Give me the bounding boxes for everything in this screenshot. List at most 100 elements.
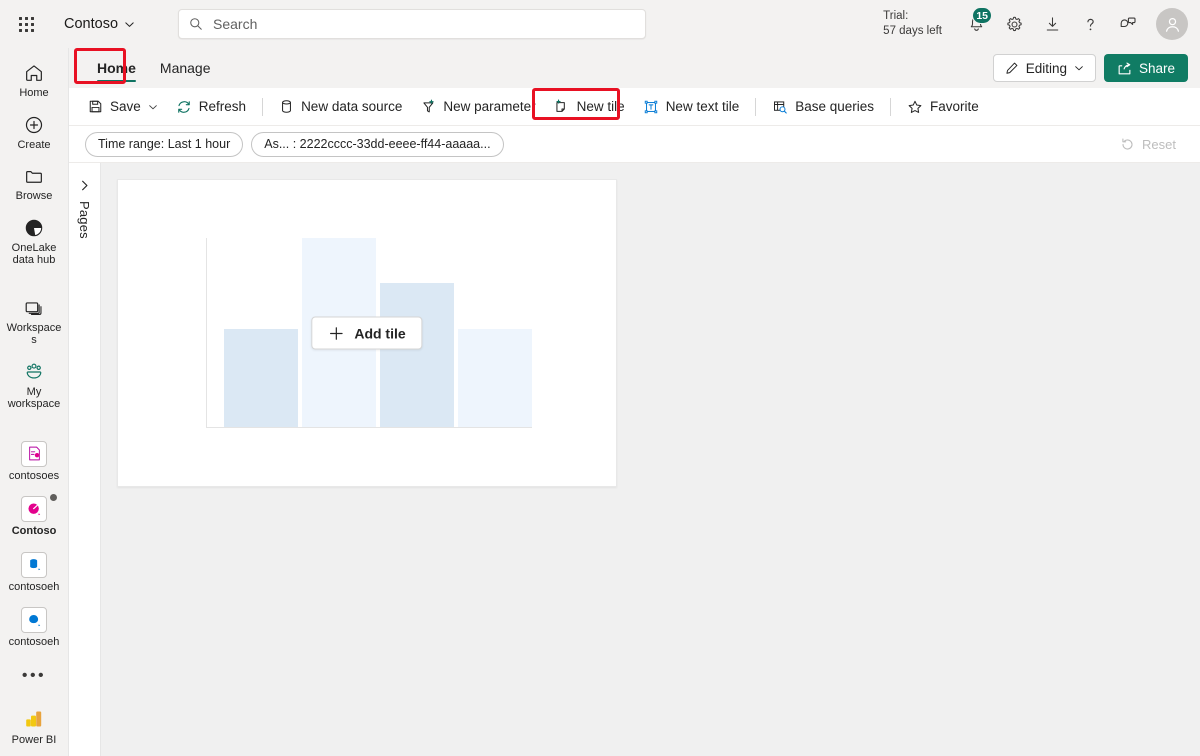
tab-label: Manage [159,60,211,76]
sidebar-item-label: Home [19,87,49,99]
command-label: New parameter [443,99,536,114]
command-base-queries[interactable]: Base queries [763,93,883,121]
command-label: Save [110,99,141,114]
app-launcher-grid-icon[interactable] [10,8,42,40]
settings-button[interactable] [996,6,1032,42]
sidebar-item-workspaces[interactable]: Workspaces [2,293,66,353]
sidebar-item-label: Contoso [11,525,57,537]
refresh-circular-arrows-icon [177,100,190,113]
filter-bar: Time range: Last 1 hour As... : 2222cccc… [69,126,1200,163]
chevron-down-icon [148,104,157,109]
command-refresh[interactable]: Refresh [167,93,255,121]
command-label: New text tile [665,99,740,114]
search-input[interactable] [211,15,635,33]
share-button[interactable]: Share [1103,54,1188,82]
editing-label: Editing [1025,60,1067,76]
command-new-tile[interactable]: New tile [545,93,634,121]
sidebar-item-contosoes[interactable]: contosoes [2,437,66,489]
pill-label: As... : 2222cccc-33dd-eeee-ff44-aaaaa... [264,137,491,151]
command-label: Base queries [795,99,875,114]
sidebar-item-label: OneLake data hub [11,241,57,267]
canvas-row: Pages Add tile [69,163,1200,756]
base-queries-table-search-icon [774,100,787,114]
command-label: New data source [301,99,403,114]
tab-manage[interactable]: Manage [148,48,223,88]
my-workspace-people-icon [26,363,42,379]
sidebar-item-label: Browse [15,190,53,202]
dashboard-canvas: Add tile [101,163,1200,756]
share-label: Share [1138,60,1175,76]
rail-more-button[interactable]: ••• [16,659,52,703]
unsaved-changes-dot [50,494,57,501]
eventstream-icon [21,440,47,467]
sidebar-item-label: contosoeh [8,636,60,648]
downloads-button[interactable] [1034,6,1070,42]
command-label: Favorite [930,99,979,114]
sidebar-item-browse[interactable]: Browse [2,161,66,209]
reset-label: Reset [1142,136,1176,152]
reset-filters-button[interactable]: Reset [1112,133,1184,156]
trial-status-label: Trial: 57 days left [883,10,942,37]
star-outline-icon [908,100,922,113]
notifications-button[interactable]: 15 [958,6,994,42]
kql-database-icon [21,607,47,633]
plus-circle-icon [25,116,43,133]
left-navigation-rail: Home Create Browse OneLake data hub Work… [0,48,68,756]
time-range-filter-pill[interactable]: Time range: Last 1 hour [85,131,244,157]
chart-bar [224,328,298,427]
main-content: Home Manage Editing Share Save Refresh N… [68,48,1200,756]
user-avatar-icon [1165,17,1179,32]
sidebar-item-create[interactable]: Create [2,110,66,158]
database-cylinder-icon [282,100,292,113]
empty-tile-placeholder: Add tile [117,179,617,487]
sidebar-item-contosoeh-kql[interactable]: contosoeh [2,603,66,655]
top-app-bar: Contoso Trial: 57 days left 15 [0,0,1200,48]
feedback-button[interactable] [1110,6,1146,42]
folder-icon [26,171,42,183]
assignment-filter-pill[interactable]: As... : 2222cccc-33dd-eeee-ff44-aaaaa... [251,131,504,157]
avatar[interactable] [1156,8,1188,40]
pages-panel-label[interactable]: Pages [77,201,92,239]
realtime-dashboard-icon [21,494,57,522]
chart-x-axis [206,427,532,428]
sidebar-item-contoso[interactable]: Contoso [2,492,66,544]
question-mark-icon [1086,18,1094,30]
brand-workspace-switcher[interactable]: Contoso [56,11,143,37]
command-new-parameter[interactable]: New parameter [411,93,544,121]
command-new-text-tile[interactable]: New text tile [634,93,749,121]
chart-y-axis [206,238,207,428]
sidebar-item-power-bi[interactable]: Power BI [2,703,66,753]
sidebar-item-onelake-data-hub[interactable]: OneLake data hub [2,213,66,273]
chevron-right-icon[interactable] [73,173,97,197]
tab-home[interactable]: Home [85,48,148,88]
plus-icon [330,326,343,340]
command-separator-2 [755,97,757,116]
global-search-box[interactable] [178,9,646,39]
sidebar-item-contosoeh-eventhouse[interactable]: contosoeh [2,548,66,600]
command-save[interactable]: Save [79,93,167,121]
power-bi-logo-icon [26,711,42,726]
sidebar-item-label: Create [17,138,51,151]
pages-panel-collapsed: Pages [69,163,101,756]
help-button[interactable] [1072,6,1108,42]
command-favorite[interactable]: Favorite [898,93,988,121]
home-icon [26,65,42,81]
share-arrow-icon [1118,62,1131,74]
command-label: New tile [576,99,625,114]
command-new-data-source[interactable]: New data source [270,93,411,121]
download-icon [1046,16,1058,31]
chevron-down-icon [125,21,134,27]
sidebar-item-home[interactable]: Home [2,58,66,106]
sidebar-item-label: Workspaces [6,321,62,347]
sidebar-item-my-workspace[interactable]: My workspace [2,357,66,417]
sidebar-item-label: contosoeh [8,580,60,593]
onelake-icon [25,219,43,236]
reset-circular-arrow-icon [1122,138,1133,150]
pencil-icon [1006,62,1018,74]
editing-mode-button[interactable]: Editing [992,54,1096,82]
new-tile-page-plus-icon [556,98,565,112]
save-disk-icon [89,100,102,113]
add-tile-button[interactable]: Add tile [311,316,423,350]
fabric-rt-dashboard-app: Contoso Trial: 57 days left 15 [0,0,1200,756]
brand-label: Contoso [64,16,119,32]
